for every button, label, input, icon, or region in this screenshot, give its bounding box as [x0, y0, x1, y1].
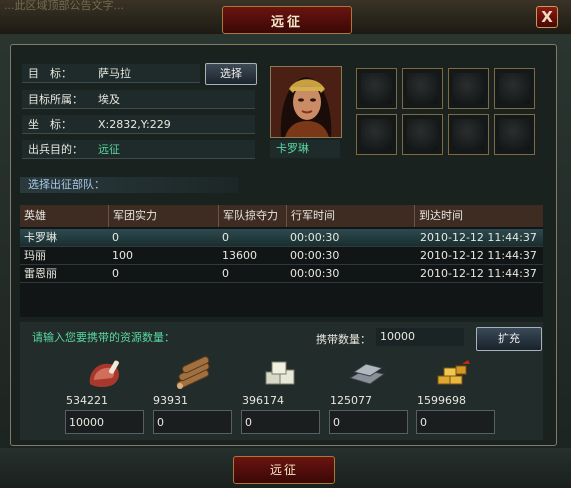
resource-amount: 125077: [330, 394, 372, 407]
table-row[interactable]: 玛丽 100 13600 00:00:30 2010-12-12 11:44:3…: [20, 247, 543, 265]
coordinates-value: X:2832,Y:229: [98, 117, 171, 131]
cell-hero: 玛丽: [24, 249, 46, 262]
purpose-label: 出兵目的：: [28, 143, 83, 156]
cell-march-time: 00:00:30: [290, 231, 340, 244]
equipment-slot[interactable]: [494, 114, 535, 155]
purpose-value: 远征: [98, 143, 120, 156]
column-header-hero: 英雄: [24, 209, 46, 222]
coordinates-label: 坐 标：: [28, 118, 72, 131]
gold-icon: [437, 360, 470, 385]
iron-icon: [348, 363, 386, 385]
coordinates-field: 坐 标： X:2832,Y:229: [22, 115, 255, 134]
resource-amount: 1599698: [417, 394, 466, 407]
troop-table: 英雄 军团实力 军队掠夺力 行军时间 到达时间 卡罗琳 0 0 00:00:30…: [20, 205, 543, 317]
equipment-slot[interactable]: [402, 68, 443, 109]
target-value: 萨马拉: [98, 67, 131, 80]
cell-march-time: 00:00:30: [290, 249, 340, 262]
window-title: 远征: [222, 6, 352, 34]
target-owner-label: 目标所属：: [28, 93, 83, 106]
resource-amount: 93931: [153, 394, 188, 407]
column-header-plunder: 军队掠夺力: [218, 205, 286, 227]
column-header-strength: 军团实力: [108, 205, 218, 227]
cell-hero: 雷恩丽: [24, 267, 57, 280]
column-header-arrive-time: 到达时间: [414, 205, 543, 227]
background-notice-text: ...此区域顶部公告文字...: [4, 0, 124, 12]
cell-arrive-time: 2010-12-12 11:44:37: [420, 249, 537, 262]
cell-strength: 0: [112, 231, 119, 244]
hero-portrait-image: [271, 67, 341, 137]
gold-amount-input[interactable]: 0: [416, 410, 495, 434]
resource-prompt: 请输入您要携带的资源数量：: [32, 331, 175, 344]
hero-portrait[interactable]: [270, 66, 342, 138]
resource-amount: 396174: [242, 394, 284, 407]
equipment-slot[interactable]: [448, 114, 489, 155]
table-row[interactable]: 卡罗琳 0 0 00:00:30 2010-12-12 11:44:37: [20, 229, 543, 247]
meat-icon: [89, 360, 119, 387]
cell-strength: 100: [112, 249, 133, 262]
cell-plunder: 13600: [222, 249, 257, 262]
equipment-slot[interactable]: [448, 68, 489, 109]
close-button[interactable]: X: [536, 6, 558, 28]
equipment-slot[interactable]: [356, 114, 397, 155]
cell-strength: 0: [112, 267, 119, 280]
cell-plunder: 0: [222, 267, 229, 280]
wood-amount-input[interactable]: 0: [153, 410, 232, 434]
table-header: 英雄 军团实力 军队掠夺力 行军时间 到达时间: [20, 205, 543, 227]
meat-amount-input[interactable]: 10000: [65, 410, 144, 434]
stone-amount-input[interactable]: 0: [241, 410, 320, 434]
resource-amount: 534221: [66, 394, 108, 407]
expand-button[interactable]: 扩充: [476, 327, 542, 351]
equipment-slots: [356, 68, 541, 158]
target-name-field: 目 标： 萨马拉: [22, 64, 200, 83]
equipment-slot[interactable]: [402, 114, 443, 155]
iron-amount-input[interactable]: 0: [329, 410, 408, 434]
equipment-slot[interactable]: [356, 68, 397, 109]
purpose-field: 出兵目的： 远征: [22, 140, 255, 159]
select-target-button[interactable]: 选择: [205, 63, 257, 85]
stone-icon: [265, 361, 295, 385]
troop-section-title: 选择出征部队：: [20, 177, 238, 193]
wood-icon: [176, 356, 210, 389]
carry-capacity-value: 10000: [376, 328, 464, 346]
table-row[interactable]: 雷恩丽 0 0 00:00:30 2010-12-12 11:44:37: [20, 265, 543, 283]
expedition-button[interactable]: 远征: [233, 456, 335, 484]
cell-hero: 卡罗琳: [24, 231, 57, 244]
cell-march-time: 00:00:30: [290, 267, 340, 280]
cell-arrive-time: 2010-12-12 11:44:37: [420, 267, 537, 280]
target-owner-field: 目标所属： 埃及: [22, 90, 255, 109]
target-owner-value: 埃及: [98, 93, 120, 106]
column-header-march-time: 行军时间: [286, 205, 414, 227]
hero-name-label: 卡罗琳: [270, 140, 340, 158]
cell-plunder: 0: [222, 231, 229, 244]
cell-arrive-time: 2010-12-12 11:44:37: [420, 231, 537, 244]
target-label: 目 标：: [28, 67, 72, 80]
equipment-slot[interactable]: [494, 68, 535, 109]
carry-capacity-label: 携带数量：: [316, 333, 371, 346]
